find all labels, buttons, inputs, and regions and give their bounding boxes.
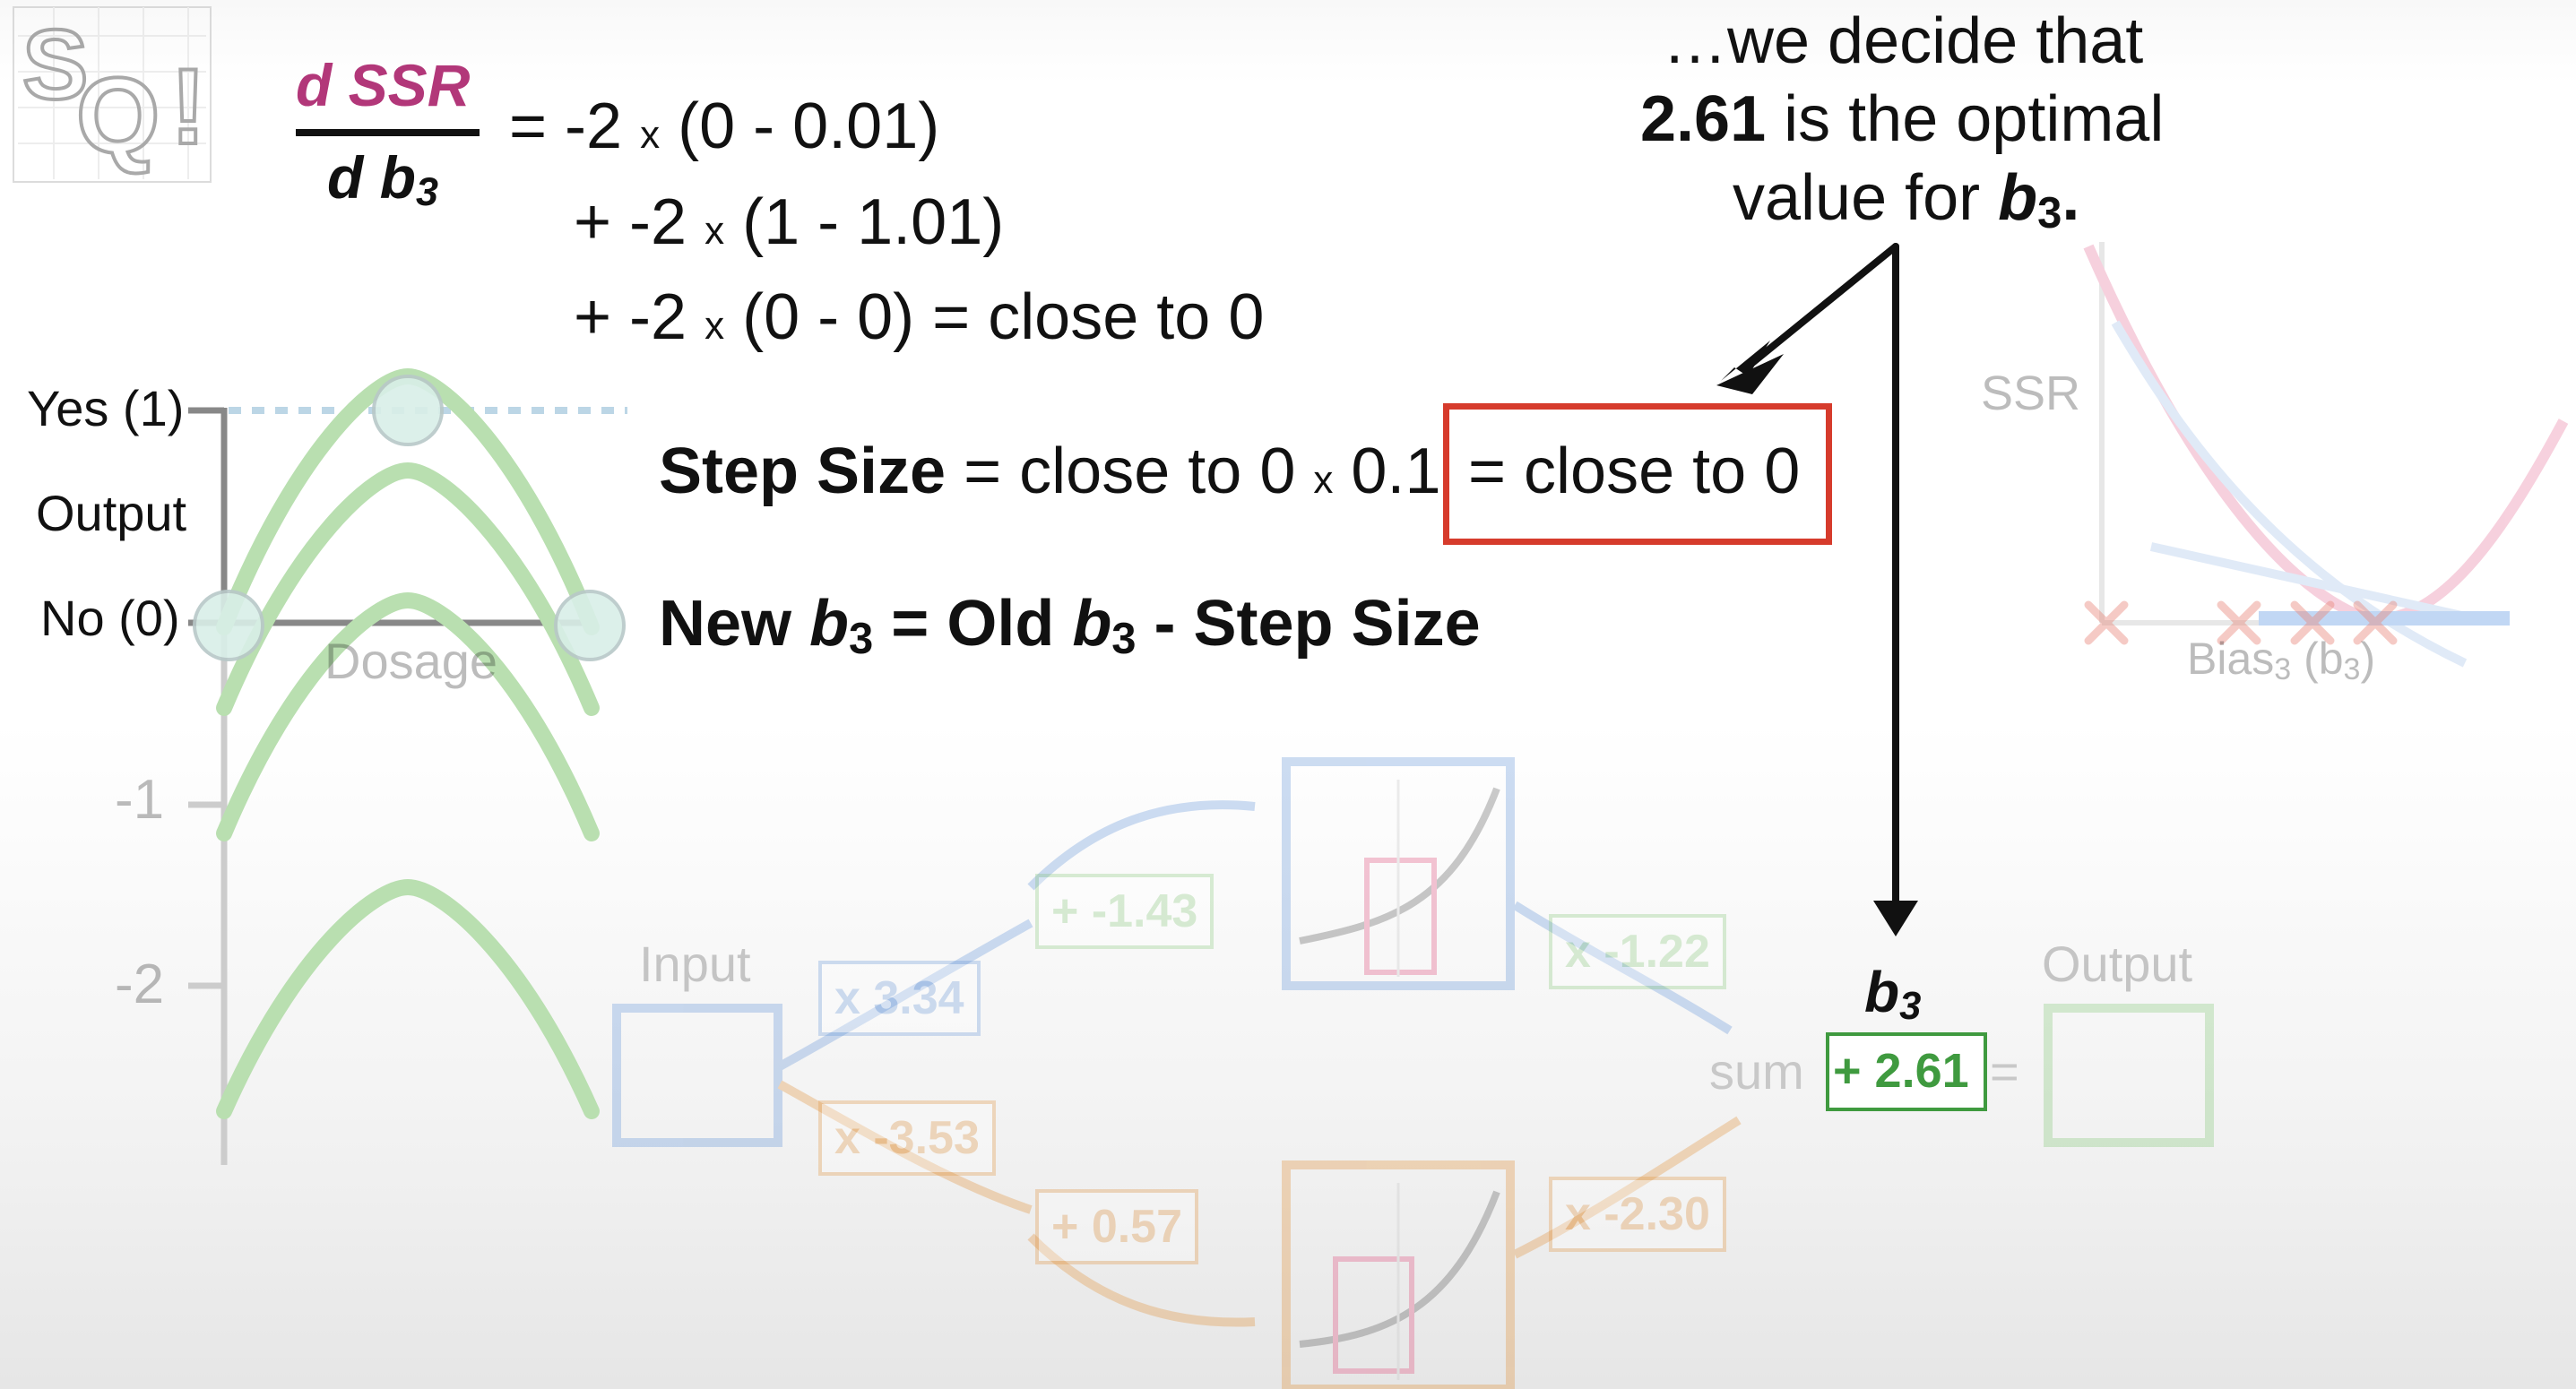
y-label-yes: Yes (1): [27, 380, 185, 436]
b3-label: b3: [1864, 960, 1922, 1028]
callout-arrows: [1749, 243, 1899, 909]
svg-text:Q: Q: [76, 56, 160, 176]
input-label: Input: [639, 936, 751, 992]
b3-value: + 2.61: [1833, 1044, 1969, 1098]
equals-sign: =: [1990, 1043, 2019, 1100]
derivative-line-2: + -2 x (1 - 1.01): [574, 186, 1005, 258]
sum-label: sum: [1709, 1043, 1804, 1100]
derivative-numerator: d SSR: [296, 52, 471, 118]
weight-neg-1-22: x -1.22: [1549, 914, 1726, 989]
derivative-denominator: d b3: [327, 144, 438, 215]
weight-neg-3-53: x -3.53: [818, 1100, 996, 1176]
arrow-head-down: [1873, 901, 1918, 936]
activation-curves: [1299, 780, 1500, 1380]
svg-text:!: !: [170, 47, 206, 167]
weight-neg-2-30: x -2.30: [1549, 1177, 1726, 1252]
y-label-no: No (0): [40, 590, 180, 646]
left-plot-points: [193, 375, 626, 661]
bias-neg-1-43: + -1.43: [1035, 874, 1215, 949]
step-size-result: = close to 0: [1468, 436, 1801, 507]
y-label-output: Output: [36, 485, 187, 541]
output-label: Output: [2042, 936, 2193, 992]
x-label-dosage: Dosage: [324, 633, 498, 689]
y-label-minus-1: -1: [115, 769, 165, 831]
left-plot-curves: [216, 367, 600, 1119]
ssr-y-label: SSR: [1981, 367, 2081, 420]
step-size-equation: Step Size = close to 0 x 0.1: [659, 436, 1441, 507]
weight-3-34: x 3.34: [818, 961, 981, 1036]
ssr-plot: [2083, 242, 2569, 668]
new-b3-equation: New b3 = Old b3 - Step Size: [659, 588, 1481, 663]
statquest-logo-icon: S Q !: [13, 6, 212, 183]
y-label-minus-2: -2: [115, 953, 165, 1015]
bias-0-57: + 0.57: [1035, 1189, 1199, 1264]
ssr-x-label: Bias3 (b3): [2187, 634, 2376, 687]
callout-line-3: value for b3.: [1733, 162, 2080, 237]
derivative-line-1: = -2 x (0 - 0.01): [509, 91, 940, 162]
callout-line-2: 2.61 is the optimal: [1640, 83, 2165, 155]
derivative-line-3: + -2 x (0 - 0) = close to 0: [574, 281, 1265, 353]
callout-line-1: …we decide that: [1663, 5, 2144, 77]
